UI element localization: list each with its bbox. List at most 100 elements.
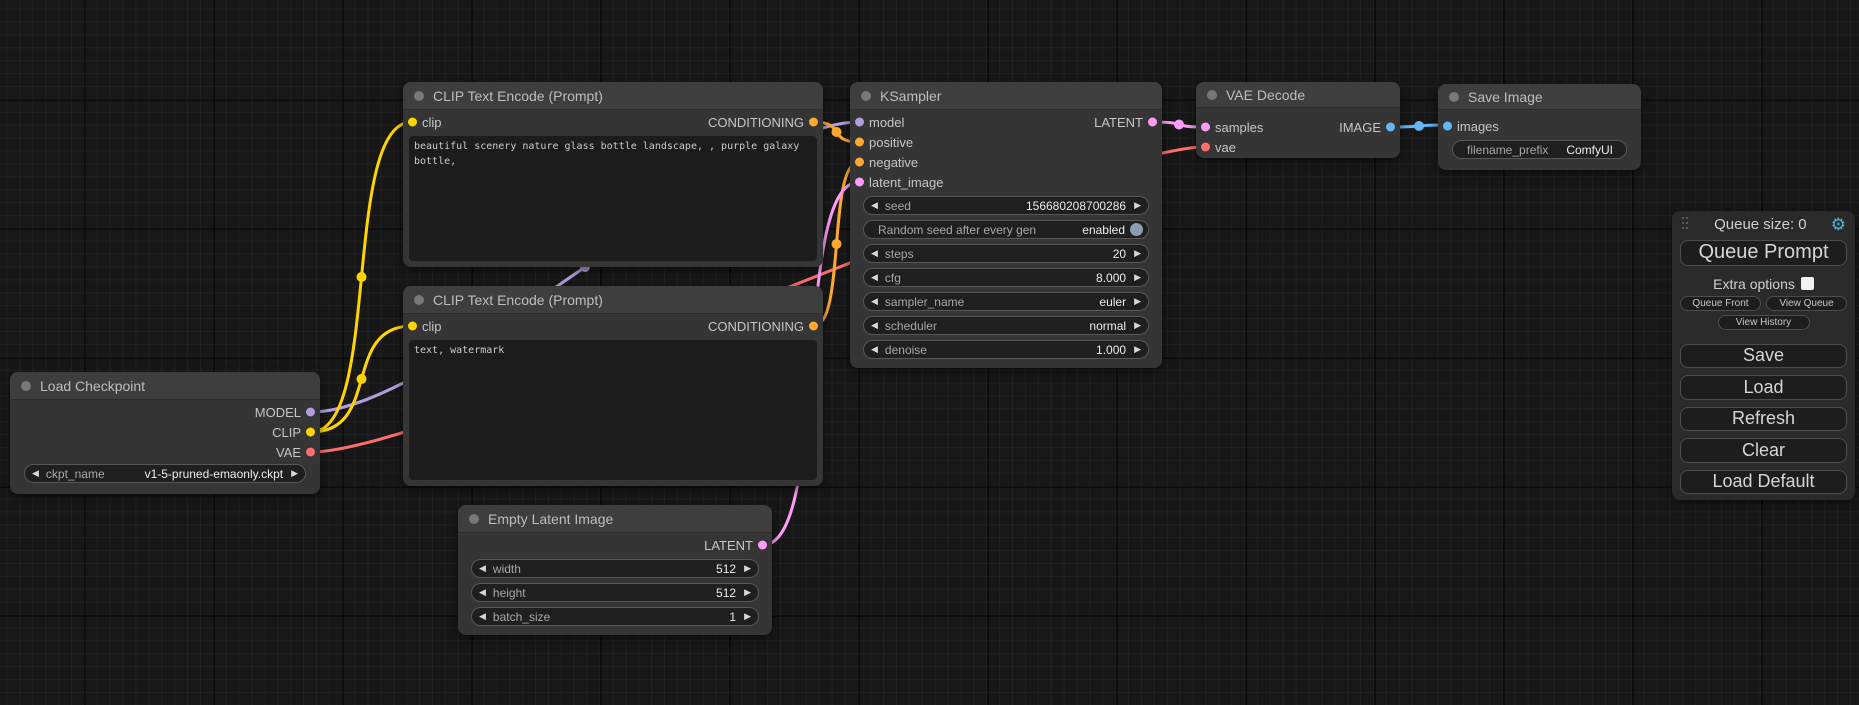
increment-arrow-icon[interactable]: ▶ [1134,321,1141,330]
node-graph-canvas[interactable]: Load Checkpoint MODEL CLIP VAE ◀ ckpt_na… [0,0,1859,705]
decrement-arrow-icon[interactable]: ◀ [871,249,878,258]
increment-arrow-icon[interactable]: ▶ [1134,273,1141,282]
node-title: CLIP Text Encode (Prompt) [433,88,603,104]
view-history-button[interactable]: View History [1718,315,1810,330]
latent-output-port[interactable] [758,541,767,550]
refresh-button[interactable]: Refresh [1680,407,1847,431]
collapse-dot[interactable] [414,295,424,305]
conditioning-output-port[interactable] [809,118,818,127]
node-load-checkpoint[interactable]: Load Checkpoint MODEL CLIP VAE ◀ ckpt_na… [10,372,320,494]
output-label: VAE [276,445,301,460]
widget-value: 512 [716,586,736,600]
sampler-name-widget[interactable]: ◀ sampler_name euler ▶ [863,292,1149,311]
input-label: latent_image [869,175,943,190]
vae-output-port[interactable] [306,448,315,457]
prompt-textarea[interactable]: text, watermark [409,340,817,480]
node-title-bar[interactable]: CLIP Text Encode (Prompt) [403,286,823,314]
positive-input-port[interactable] [855,138,864,147]
conditioning-output-port[interactable] [809,322,818,331]
height-widget[interactable]: ◀ height 512 ▶ [471,583,759,602]
decrement-arrow-icon[interactable]: ◀ [871,273,878,282]
cfg-widget[interactable]: ◀ cfg 8.000 ▶ [863,268,1149,287]
clear-button[interactable]: Clear [1680,438,1847,462]
increment-arrow-icon[interactable]: ▶ [1134,345,1141,354]
collapse-dot[interactable] [1449,92,1459,102]
node-title-bar[interactable]: Empty Latent Image [458,505,772,533]
image-output-port[interactable] [1386,123,1395,132]
batch-size-widget[interactable]: ◀ batch_size 1 ▶ [471,607,759,626]
queue-front-button[interactable]: Queue Front [1680,296,1761,311]
model-input-port[interactable] [855,118,864,127]
save-button[interactable]: Save [1680,344,1847,368]
node-title: Empty Latent Image [488,511,613,527]
node-title-bar[interactable]: Save Image [1438,84,1641,110]
input-label: images [1457,119,1499,134]
increment-arrow-icon[interactable]: ▶ [1134,249,1141,258]
view-queue-button[interactable]: View Queue [1766,296,1847,311]
increment-arrow-icon[interactable]: ▶ [1134,201,1141,210]
vae-input-port[interactable] [1201,143,1210,152]
extra-options-checkbox[interactable] [1801,277,1814,290]
node-vae-decode[interactable]: VAE Decode samples IMAGE vae [1196,82,1400,158]
toggle-knob[interactable] [1130,223,1143,236]
filename-prefix-widget[interactable]: filename_prefix ComfyUI [1452,140,1627,159]
queue-size-label: Queue size: 0 [1690,216,1831,233]
decrement-arrow-icon[interactable]: ◀ [871,345,878,354]
node-title-bar[interactable]: VAE Decode [1196,82,1400,108]
increment-arrow-icon[interactable]: ▶ [744,564,751,573]
decrement-arrow-icon[interactable]: ◀ [871,201,878,210]
node-ksampler[interactable]: KSampler model LATENT positive negative … [850,82,1162,368]
queue-prompt-button[interactable]: Queue Prompt [1680,240,1847,266]
prompt-textarea[interactable]: beautiful scenery nature glass bottle la… [409,136,817,261]
collapse-dot[interactable] [861,91,871,101]
decrement-arrow-icon[interactable]: ◀ [871,297,878,306]
increment-arrow-icon[interactable]: ▶ [1134,297,1141,306]
denoise-widget[interactable]: ◀ denoise 1.000 ▶ [863,340,1149,359]
latent-output-port[interactable] [1148,118,1157,127]
latent-image-input-port[interactable] [855,178,864,187]
node-clip-text-encode-negative[interactable]: CLIP Text Encode (Prompt) clip CONDITION… [403,286,823,486]
collapse-dot[interactable] [1207,90,1217,100]
random-seed-widget[interactable]: Random seed after every gen enabled [863,220,1149,239]
output-row-vae: VAE [10,442,320,462]
model-output-port[interactable] [306,408,315,417]
decrement-arrow-icon[interactable]: ◀ [479,612,486,621]
clip-input-port[interactable] [408,118,417,127]
seed-widget[interactable]: ◀ seed 156680208700286 ▶ [863,196,1149,215]
samples-input-port[interactable] [1201,123,1210,132]
node-empty-latent-image[interactable]: Empty Latent Image LATENT ◀ width 512 ▶ … [458,505,772,635]
decrement-arrow-icon[interactable]: ◀ [32,469,39,478]
widget-value: euler [1099,295,1126,309]
width-widget[interactable]: ◀ width 512 ▶ [471,559,759,578]
node-clip-text-encode-positive[interactable]: CLIP Text Encode (Prompt) clip CONDITION… [403,82,823,267]
clip-input-port[interactable] [408,322,417,331]
node-title-bar[interactable]: KSampler [850,82,1162,110]
collapse-dot[interactable] [469,514,479,524]
increment-arrow-icon[interactable]: ▶ [744,588,751,597]
node-title-bar[interactable]: Load Checkpoint [10,372,320,400]
gear-icon[interactable]: ⚙ [1831,216,1846,233]
clip-output-port[interactable] [306,428,315,437]
decrement-arrow-icon[interactable]: ◀ [479,564,486,573]
increment-arrow-icon[interactable]: ▶ [744,612,751,621]
images-input-port[interactable] [1443,122,1452,131]
steps-widget[interactable]: ◀ steps 20 ▶ [863,244,1149,263]
decrement-arrow-icon[interactable]: ◀ [479,588,486,597]
widget-label: scheduler [885,319,937,333]
decrement-arrow-icon[interactable]: ◀ [871,321,878,330]
port-row: images [1438,116,1641,136]
widget-value: ComfyUI [1566,143,1613,157]
collapse-dot[interactable] [414,91,424,101]
increment-arrow-icon[interactable]: ▶ [291,469,298,478]
node-save-image[interactable]: Save Image images filename_prefix ComfyU… [1438,84,1641,170]
node-title-bar[interactable]: CLIP Text Encode (Prompt) [403,82,823,110]
input-label: vae [1215,140,1236,155]
collapse-dot[interactable] [21,381,31,391]
drag-handle[interactable] [1682,217,1690,232]
load-default-button[interactable]: Load Default [1680,470,1847,494]
negative-input-port[interactable] [855,158,864,167]
scheduler-widget[interactable]: ◀ scheduler normal ▶ [863,316,1149,335]
ckpt-name-widget[interactable]: ◀ ckpt_name v1-5-pruned-emaonly.ckpt ▶ [24,464,306,483]
load-button[interactable]: Load [1680,375,1847,399]
widget-label: filename_prefix [1467,143,1548,157]
